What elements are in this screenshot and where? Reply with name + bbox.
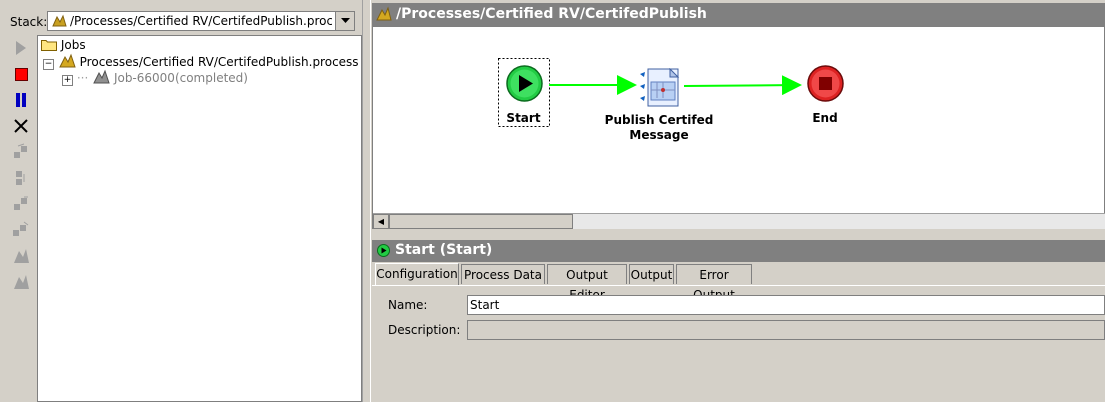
end-node-label: End <box>812 111 838 125</box>
tree-process-label: Processes/Certified RV/CertifedPublish.p… <box>79 55 359 69</box>
start-small-icon <box>377 244 390 261</box>
bean-icon-1[interactable] <box>11 246 31 266</box>
debug-toolbar <box>0 35 37 402</box>
process-title: /Processes/Certified RV/CertifedPublish <box>396 6 707 22</box>
tab-error-output[interactable]: Error Output <box>676 264 752 302</box>
step-out-icon[interactable] <box>11 194 31 214</box>
tree-job-label: Job-66000(completed) <box>113 71 248 85</box>
step-over-icon[interactable] <box>11 168 31 188</box>
stop-icon[interactable] <box>11 64 31 84</box>
process-icon <box>376 6 392 26</box>
tree-process-row[interactable]: − Processes/Certified RV/CertifedPublish… <box>43 53 359 70</box>
process-header: /Processes/Certified RV/CertifedPublish <box>372 3 1105 26</box>
bean-icon-2[interactable] <box>11 272 31 292</box>
expand-icon[interactable]: + <box>62 75 73 86</box>
tree-root-jobs[interactable]: Jobs <box>41 37 86 53</box>
step-next-icon[interactable] <box>11 220 31 240</box>
publish-node-label: Publish Certifed Message <box>599 113 719 143</box>
scroll-left-icon[interactable]: ◀ <box>373 214 389 229</box>
chevron-down-icon[interactable] <box>335 12 354 30</box>
name-label: Name: <box>388 298 428 312</box>
splitter[interactable] <box>362 0 371 402</box>
pause-icon[interactable] <box>11 90 31 110</box>
process-icon <box>51 14 67 31</box>
publish-node[interactable] <box>638 67 684 108</box>
description-label: Description: <box>388 323 461 337</box>
tab-configuration[interactable]: Configuration <box>375 263 459 285</box>
jobs-tree: Jobs − Processes/Certified RV/CertifedPu… <box>37 35 362 402</box>
tab-process-data[interactable]: Process Data <box>461 264 545 284</box>
process-canvas[interactable]: Start Publish Certifed Message End <box>372 26 1105 229</box>
tree-job-row[interactable]: + ··· Job-66000(completed) <box>62 69 248 86</box>
stack-value: /Processes/Certified RV/CertifedPublish.… <box>70 14 332 28</box>
start-node[interactable] <box>506 65 543 102</box>
stack-select[interactable]: /Processes/Certified RV/CertifedPublish.… <box>47 11 355 31</box>
activity-header: Start (Start) <box>372 240 1105 262</box>
tab-output-editor[interactable]: Output Editor <box>547 264 627 302</box>
stack-label: Stack: <box>10 15 48 29</box>
play-icon[interactable] <box>11 38 31 58</box>
activity-tabs: Configuration Process Data Output Editor… <box>372 263 1105 302</box>
horizontal-scrollbar[interactable]: ◀ <box>373 213 1105 229</box>
end-node[interactable] <box>807 65 844 102</box>
activity-title: Start (Start) <box>395 242 493 258</box>
description-field[interactable] <box>467 320 1105 340</box>
process-diagram <box>498 58 802 127</box>
publish-label-line1: Publish Certifed <box>604 113 714 127</box>
tree-root-label: Jobs <box>60 38 86 52</box>
close-icon[interactable] <box>11 116 31 136</box>
name-field[interactable]: Start <box>467 295 1105 315</box>
transition-arrow <box>683 75 802 96</box>
collapse-icon[interactable]: − <box>43 59 54 70</box>
scroll-thumb[interactable] <box>389 214 573 229</box>
step-into-icon[interactable] <box>11 142 31 162</box>
job-icon <box>92 69 110 89</box>
start-node-label: Start <box>506 111 541 125</box>
tab-output[interactable]: Output <box>629 264 674 284</box>
publish-label-line2: Message <box>629 128 689 142</box>
configuration-panel: Name: Start Description: <box>372 285 1105 402</box>
